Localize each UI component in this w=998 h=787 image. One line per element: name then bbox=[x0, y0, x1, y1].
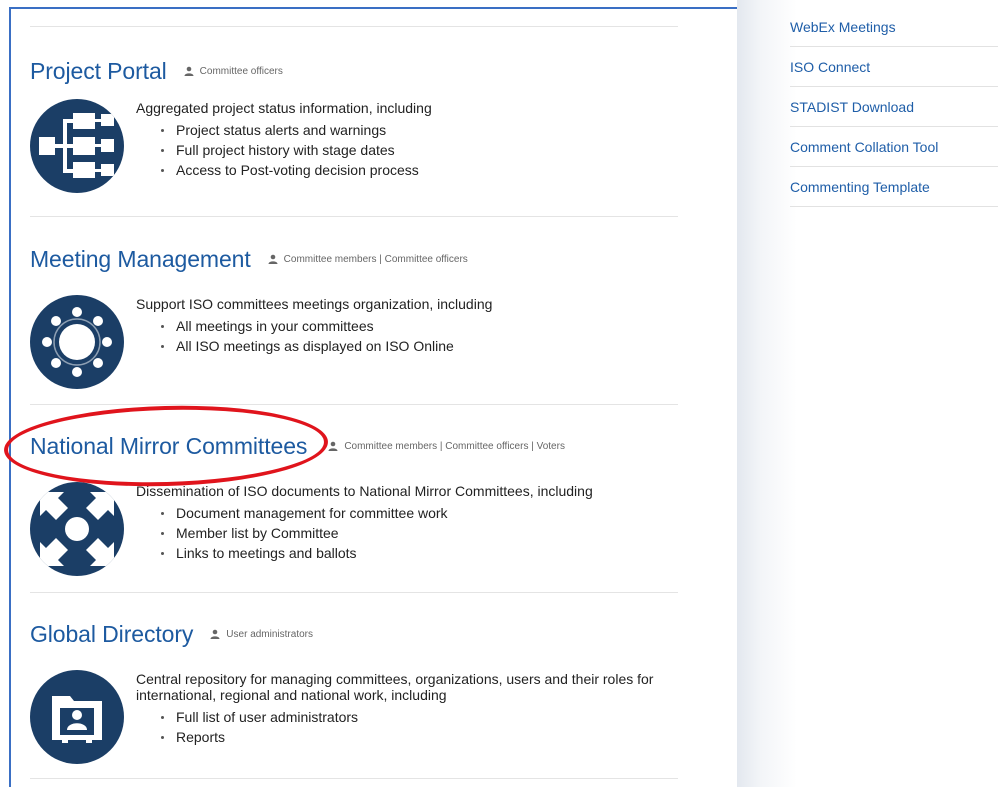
project-portal-link[interactable]: Project Portal bbox=[30, 58, 167, 85]
list-item: Links to meetings and ballots bbox=[160, 543, 680, 563]
directory-folder-icon[interactable] bbox=[30, 670, 124, 764]
roles-text: Committee members | Committee officers |… bbox=[344, 440, 565, 452]
list-item: Project status alerts and warnings bbox=[160, 120, 680, 140]
roles-badge: Committee members | Committee officers |… bbox=[328, 441, 565, 452]
section-body: Aggregated project status information, i… bbox=[30, 99, 680, 193]
list-item: Full list of user administrators bbox=[160, 707, 680, 727]
section-divider bbox=[30, 216, 678, 217]
sidebar-link-webex-meetings[interactable]: WebEx Meetings bbox=[790, 8, 998, 47]
section-text: Support ISO committees meetings organiza… bbox=[136, 295, 680, 356]
hierarchy-icon[interactable] bbox=[30, 99, 124, 193]
roles-badge: Committee officers bbox=[184, 66, 283, 77]
section-body: Dissemination of ISO documents to Nation… bbox=[30, 482, 680, 576]
list-item: Full project history with stage dates bbox=[160, 140, 680, 160]
section-header: Meeting Management Committee members | C… bbox=[30, 243, 680, 275]
sidebar-link-iso-connect[interactable]: ISO Connect bbox=[790, 47, 998, 87]
sidebar-links: WebEx Meetings ISO Connect STADIST Downl… bbox=[790, 8, 998, 207]
sidebar-shadow bbox=[737, 0, 797, 787]
section-description: Aggregated project status information, i… bbox=[136, 100, 432, 116]
roles-text: Committee members | Committee officers bbox=[283, 253, 468, 265]
section-meeting-management: Meeting Management Committee members | C… bbox=[30, 243, 680, 389]
meeting-management-link[interactable]: Meeting Management bbox=[30, 246, 251, 273]
frame-top-border bbox=[9, 7, 739, 9]
list-item: All meetings in your committees bbox=[160, 316, 680, 336]
sidebar-link-commenting-template[interactable]: Commenting Template bbox=[790, 167, 998, 207]
roles-text: User administrators bbox=[226, 628, 313, 640]
frame-left-border bbox=[9, 7, 11, 787]
section-divider bbox=[30, 592, 678, 593]
section-body: Central repository for managing committe… bbox=[30, 670, 680, 764]
section-divider bbox=[30, 26, 678, 27]
list-item: Member list by Committee bbox=[160, 523, 680, 543]
section-description: Support ISO committees meetings organiza… bbox=[136, 296, 493, 312]
section-body: Support ISO committees meetings organiza… bbox=[30, 295, 680, 389]
feature-list: Document management for committee work M… bbox=[160, 503, 680, 563]
converging-arrows-icon[interactable] bbox=[30, 482, 124, 576]
feature-list: Full list of user administrators Reports bbox=[160, 707, 680, 747]
section-text: Dissemination of ISO documents to Nation… bbox=[136, 482, 680, 563]
list-item: All ISO meetings as displayed on ISO Onl… bbox=[160, 336, 680, 356]
section-national-mirror-committees: National Mirror Committees Committee mem… bbox=[30, 430, 680, 576]
person-icon bbox=[210, 629, 220, 639]
national-mirror-committees-link[interactable]: National Mirror Committees bbox=[30, 433, 307, 460]
section-divider bbox=[30, 404, 678, 405]
roles-badge: Committee members | Committee officers bbox=[268, 254, 468, 265]
person-icon bbox=[268, 254, 278, 264]
section-text: Central repository for managing committe… bbox=[136, 670, 680, 747]
feature-list: Project status alerts and warnings Full … bbox=[160, 120, 680, 180]
list-item: Reports bbox=[160, 727, 680, 747]
list-item: Access to Post-voting decision process bbox=[160, 160, 680, 180]
feature-list: All meetings in your committees All ISO … bbox=[160, 316, 680, 356]
section-global-directory: Global Directory User administrators Cen… bbox=[30, 618, 680, 764]
section-text: Aggregated project status information, i… bbox=[136, 99, 680, 180]
section-header: Project Portal Committee officers bbox=[30, 55, 680, 87]
section-divider bbox=[30, 778, 678, 779]
section-project-portal: Project Portal Committee officers Aggreg… bbox=[30, 55, 680, 193]
person-icon bbox=[328, 441, 338, 451]
list-item: Document management for committee work bbox=[160, 503, 680, 523]
section-description: Central repository for managing committe… bbox=[136, 671, 654, 703]
section-description: Dissemination of ISO documents to Nation… bbox=[136, 483, 593, 499]
global-directory-link[interactable]: Global Directory bbox=[30, 621, 193, 648]
section-header: Global Directory User administrators bbox=[30, 618, 680, 650]
sidebar-link-stadist-download[interactable]: STADIST Download bbox=[790, 87, 998, 127]
meeting-circle-icon[interactable] bbox=[30, 295, 124, 389]
section-header: National Mirror Committees Committee mem… bbox=[30, 430, 680, 462]
roles-text: Committee officers bbox=[199, 65, 283, 77]
person-icon bbox=[184, 66, 194, 76]
sidebar-link-comment-collation-tool[interactable]: Comment Collation Tool bbox=[790, 127, 998, 167]
roles-badge: User administrators bbox=[210, 629, 313, 640]
